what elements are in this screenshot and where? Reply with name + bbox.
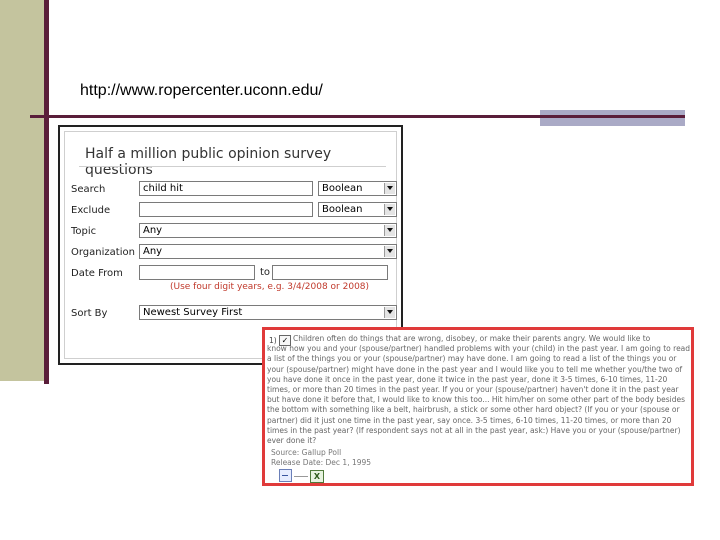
search-input[interactable]: child hit bbox=[139, 181, 313, 196]
icon-separator bbox=[294, 476, 308, 477]
chevron-down-icon bbox=[384, 183, 395, 194]
organization-value: Any bbox=[143, 246, 163, 257]
date-from-input[interactable] bbox=[139, 265, 255, 280]
exclude-boolean-select[interactable]: Boolean bbox=[318, 202, 397, 217]
sort-by-select[interactable]: Newest Survey First bbox=[139, 305, 397, 320]
organization-label: Organization bbox=[71, 247, 135, 258]
topic-value: Any bbox=[143, 225, 163, 236]
search-boolean-select[interactable]: Boolean bbox=[318, 181, 397, 196]
slide-accent-block bbox=[540, 110, 685, 126]
topic-label: Topic bbox=[71, 226, 97, 237]
chevron-down-icon bbox=[384, 225, 395, 236]
search-label: Search bbox=[71, 184, 106, 195]
search-boolean-value: Boolean bbox=[322, 183, 363, 194]
spreadsheet-icon[interactable]: X bbox=[310, 470, 324, 483]
topic-select[interactable]: Any bbox=[139, 223, 397, 238]
document-icon[interactable] bbox=[279, 469, 292, 482]
slide-left-bar bbox=[0, 0, 47, 381]
date-from-label: Date From bbox=[71, 268, 123, 279]
organization-select[interactable]: Any bbox=[139, 244, 397, 259]
chevron-down-icon bbox=[384, 307, 395, 318]
chevron-down-icon bbox=[384, 246, 395, 257]
result-question-text: Children often do things that are wrong,… bbox=[267, 334, 691, 446]
sort-by-value: Newest Survey First bbox=[143, 307, 243, 318]
slide-divider-rule bbox=[30, 115, 685, 118]
date-to-label: to bbox=[260, 267, 271, 278]
chevron-down-icon bbox=[384, 204, 395, 215]
search-form-inner: Half a million public opinion survey que… bbox=[64, 131, 397, 359]
slide-left-bar-shadow bbox=[44, 0, 49, 384]
exclude-label: Exclude bbox=[71, 205, 111, 216]
result-question-body: know how you and your (spouse/partner) h… bbox=[267, 344, 691, 446]
search-result-card: 1) ✓ Children often do things that are w… bbox=[262, 327, 694, 486]
sort-by-label: Sort By bbox=[71, 308, 108, 319]
exclude-boolean-value: Boolean bbox=[322, 204, 363, 215]
result-source: Source: Gallup Poll bbox=[271, 448, 342, 457]
search-form-title: Half a million public opinion survey que… bbox=[85, 146, 332, 178]
date-format-hint: (Use four digit years, e.g. 3/4/2008 or … bbox=[170, 282, 370, 292]
slide-url-text: http://www.ropercenter.uconn.edu/ bbox=[80, 82, 323, 99]
result-release-date: Release Date: Dec 1, 1995 bbox=[271, 458, 372, 467]
exclude-input[interactable] bbox=[139, 202, 313, 217]
result-question-first-line: Children often do things that are wrong,… bbox=[293, 334, 651, 343]
title-divider bbox=[79, 166, 386, 167]
date-to-input[interactable] bbox=[272, 265, 388, 280]
